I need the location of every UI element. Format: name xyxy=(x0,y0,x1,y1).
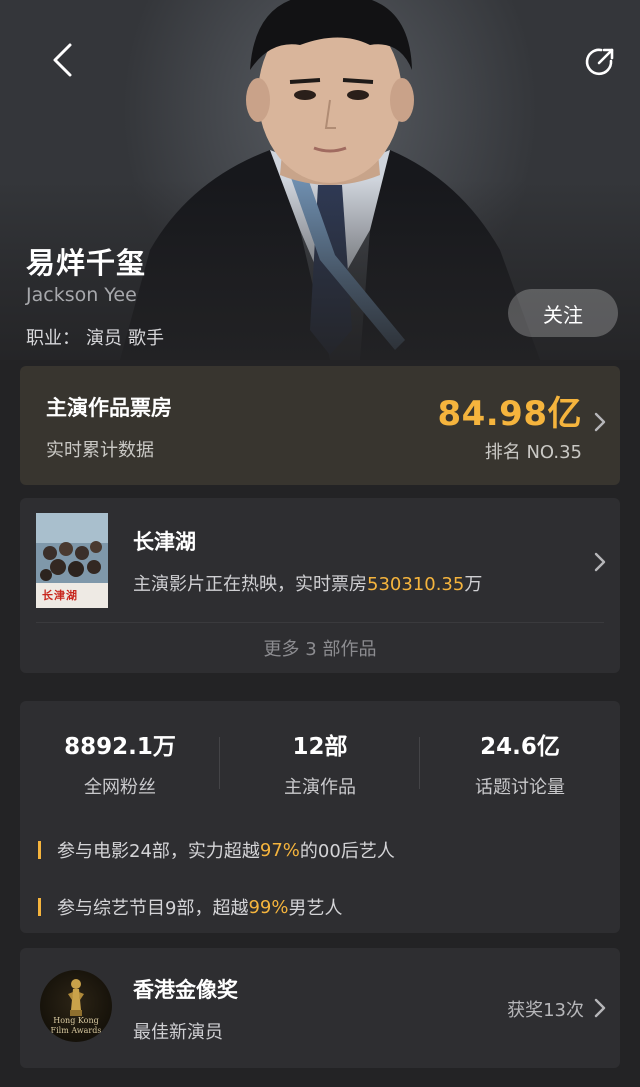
stat-value: 8892.1万 xyxy=(64,734,176,760)
accent-bar xyxy=(38,841,41,859)
profession-tag: 歌手 xyxy=(128,328,164,349)
stats-card: 8892.1万 全网粉丝 12部 主演作品 24.6亿 话题讨论量 参与电影24… xyxy=(20,701,620,933)
stat-discussion: 24.6亿 话题讨论量 xyxy=(420,727,620,799)
movie-poster[interactable]: 长津湖 xyxy=(36,513,108,608)
note-highlight: 97% xyxy=(259,839,300,861)
accent-bar xyxy=(38,898,41,916)
movie-status-text: 主演影片正在热映，实时票房 xyxy=(133,574,367,595)
actor-name-chinese: 易烊千玺 xyxy=(26,246,147,280)
box-office-title: 主演作品票房 xyxy=(46,396,172,420)
note-highlight: 99% xyxy=(248,896,289,918)
note-text: 参与电影24部，实力超越 xyxy=(57,841,260,862)
award-logo-text: Film Awards xyxy=(50,1026,102,1035)
award-card[interactable]: Hong Kong Film Awards 香港金像奖 最佳新演员 获奖13次 xyxy=(20,948,620,1068)
movie-title[interactable]: 长津湖 xyxy=(133,526,196,556)
stat-value: 24.6亿 xyxy=(480,734,560,760)
share-button[interactable] xyxy=(578,40,622,84)
back-button[interactable] xyxy=(40,38,84,82)
chevron-right-icon xyxy=(594,412,606,438)
current-movie-card: 长津湖 长津湖 主演影片正在热映，实时票房530310.35万 更多 3 部作品 xyxy=(20,498,620,673)
stat-label: 全网粉丝 xyxy=(84,777,156,798)
stat-lead-works: 12部 主演作品 xyxy=(220,727,420,799)
award-logo: Hong Kong Film Awards xyxy=(40,970,112,1042)
movie-status: 主演影片正在热映，实时票房530310.35万 xyxy=(133,570,482,596)
stat-label: 主演作品 xyxy=(284,777,356,798)
chevron-left-icon xyxy=(53,43,72,77)
chevron-right-icon[interactable] xyxy=(594,552,606,578)
actor-profile-page: 易烊千玺 Jackson Yee 职业： 演员 歌手 关注 主演作品票房 实时累计数… xyxy=(0,0,640,1087)
box-office-card[interactable]: 主演作品票房 实时累计数据 84.98亿 排名 NO.35 xyxy=(20,366,620,485)
note-text: 参与综艺节目9部，超越 xyxy=(57,898,249,919)
movie-box-office: 530310.35 xyxy=(367,574,465,595)
poster-title-text: 长津湖 xyxy=(42,589,78,602)
stat-label: 话题讨论量 xyxy=(475,777,565,798)
profession-label: 职业： xyxy=(26,328,80,349)
box-office-rank: 排名 NO.35 xyxy=(484,442,582,463)
share-icon xyxy=(585,48,614,76)
note-text: 男艺人 xyxy=(288,898,343,919)
award-category: 最佳新演员 xyxy=(133,1022,223,1043)
more-works-link[interactable]: 更多 3 部作品 xyxy=(20,635,620,661)
ranking-note: 参与综艺节目9部，超越 99% 男艺人 xyxy=(38,894,342,920)
actor-name-english: Jackson Yee xyxy=(26,284,137,306)
divider xyxy=(36,622,604,623)
follow-button[interactable]: 关注 xyxy=(508,289,618,337)
chevron-right-icon xyxy=(594,998,606,1024)
stat-fans: 8892.1万 全网粉丝 xyxy=(20,727,220,799)
hero-banner: 易烊千玺 Jackson Yee 职业： 演员 歌手 关注 xyxy=(0,0,640,360)
award-count: 获奖13次 xyxy=(507,1000,584,1021)
award-logo-text: Hong Kong xyxy=(53,1016,99,1025)
ranking-note: 参与电影24部，实力超越 97% 的00后艺人 xyxy=(38,837,395,863)
box-office-subtitle: 实时累计数据 xyxy=(46,440,154,461)
note-text: 的00后艺人 xyxy=(299,841,395,862)
movie-box-office-unit: 万 xyxy=(464,574,483,595)
profession-line: 职业： 演员 歌手 xyxy=(26,324,170,350)
award-title: 香港金像奖 xyxy=(133,978,238,1002)
box-office-total: 84.98亿 xyxy=(437,394,582,434)
stat-value: 12部 xyxy=(292,734,348,760)
profession-tag: 演员 xyxy=(86,328,122,349)
